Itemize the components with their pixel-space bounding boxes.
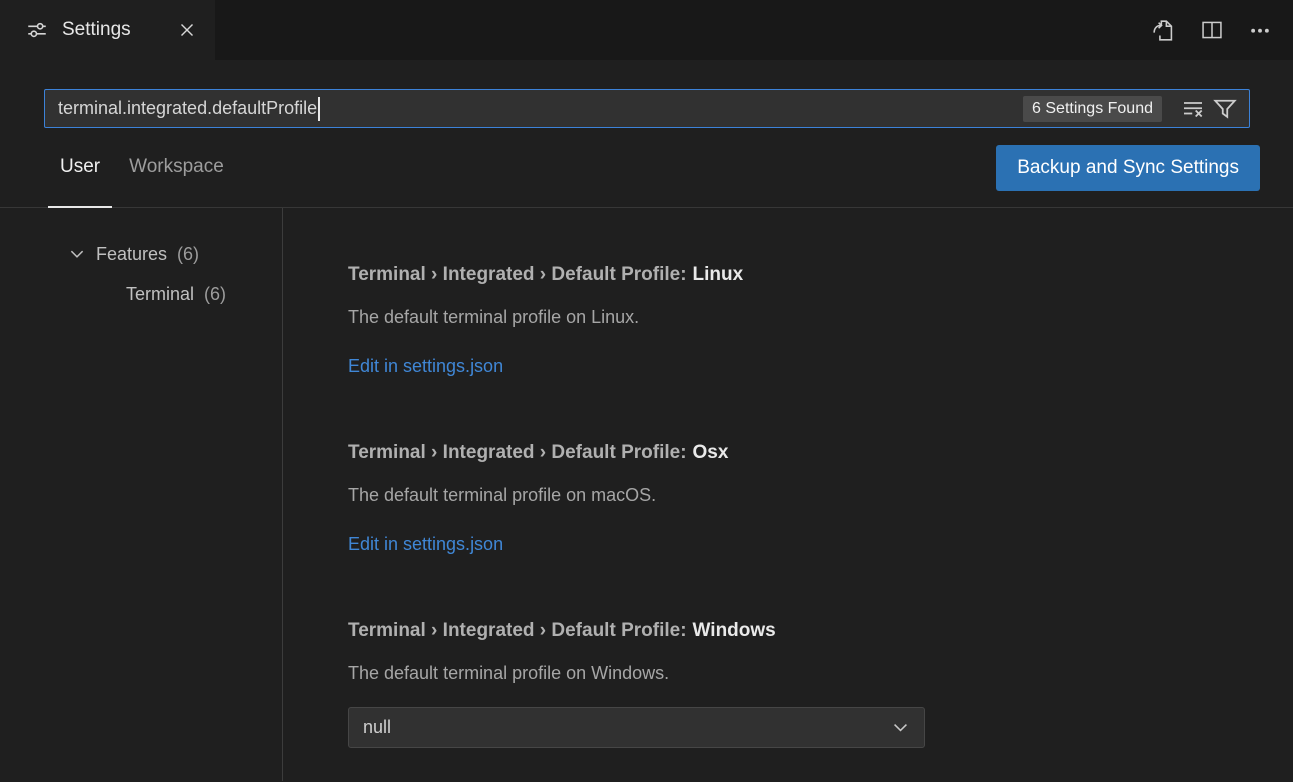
toc-count: (6) — [204, 284, 226, 305]
toc-label: Terminal — [126, 284, 194, 305]
settings-body: Features (6) Terminal (6) Terminal › Int… — [0, 208, 1293, 781]
backup-sync-settings-button[interactable]: Backup and Sync Settings — [996, 145, 1260, 191]
setting-name: Osx — [693, 442, 729, 463]
tab-title: Settings — [62, 19, 164, 41]
scope-tab-workspace[interactable]: Workspace — [117, 128, 236, 208]
editor-actions — [1152, 0, 1293, 60]
setting-description: The default terminal profile on macOS. — [348, 482, 925, 508]
setting-title: Terminal › Integrated › Default Profile:… — [348, 440, 925, 466]
settings-sliders-icon — [27, 20, 47, 40]
scope-tab-user[interactable]: User — [48, 128, 112, 208]
toc-count: (6) — [177, 244, 199, 265]
scope-tabs: User Workspace — [48, 128, 236, 207]
search-row: terminal.integrated.defaultProfile 6 Set… — [0, 60, 1293, 128]
split-editor-icon[interactable] — [1201, 19, 1223, 41]
filter-icon[interactable] — [1211, 95, 1239, 123]
setting-description: The default terminal profile on Linux. — [348, 304, 925, 330]
close-icon[interactable] — [179, 22, 195, 38]
chevron-down-icon — [891, 718, 910, 737]
toc-item-terminal[interactable]: Terminal (6) — [0, 274, 282, 314]
editor-tab-bar: Settings — [0, 0, 1293, 60]
setting-name: Linux — [693, 264, 744, 285]
select-value: null — [363, 717, 391, 738]
edit-in-settings-json-link[interactable]: Edit in settings.json — [348, 353, 503, 379]
setting-default-profile-osx: Terminal › Integrated › Default Profile:… — [348, 440, 925, 557]
settings-list: Terminal › Integrated › Default Profile:… — [283, 208, 925, 781]
setting-default-profile-linux: Terminal › Integrated › Default Profile:… — [348, 262, 925, 379]
text-caret — [318, 97, 320, 121]
setting-default-profile-windows: Terminal › Integrated › Default Profile:… — [348, 618, 925, 748]
clear-search-icon[interactable] — [1179, 95, 1207, 123]
settings-search-input[interactable]: terminal.integrated.defaultProfile 6 Set… — [44, 89, 1250, 128]
results-count-badge: 6 Settings Found — [1023, 96, 1162, 122]
tab-settings[interactable]: Settings — [0, 0, 215, 60]
setting-description: The default terminal profile on Windows. — [348, 660, 925, 686]
chevron-down-icon[interactable] — [68, 245, 86, 263]
settings-toc-tree: Features (6) Terminal (6) — [0, 208, 283, 781]
more-actions-icon[interactable] — [1249, 19, 1271, 41]
setting-category: Terminal › Integrated › Default Profile: — [348, 264, 687, 285]
search-value: terminal.integrated.defaultProfile — [58, 98, 317, 119]
toc-label: Features — [96, 244, 167, 265]
toc-item-features[interactable]: Features (6) — [0, 234, 282, 274]
default-profile-windows-select[interactable]: null — [348, 707, 925, 748]
edit-in-settings-json-link[interactable]: Edit in settings.json — [348, 531, 503, 557]
scope-row: User Workspace Backup and Sync Settings — [0, 128, 1293, 208]
setting-title: Terminal › Integrated › Default Profile:… — [348, 262, 925, 288]
setting-category: Terminal › Integrated › Default Profile: — [348, 442, 687, 463]
open-settings-json-icon[interactable] — [1152, 19, 1175, 42]
setting-name: Windows — [693, 620, 776, 641]
setting-title: Terminal › Integrated › Default Profile:… — [348, 618, 925, 644]
setting-category: Terminal › Integrated › Default Profile: — [348, 620, 687, 641]
